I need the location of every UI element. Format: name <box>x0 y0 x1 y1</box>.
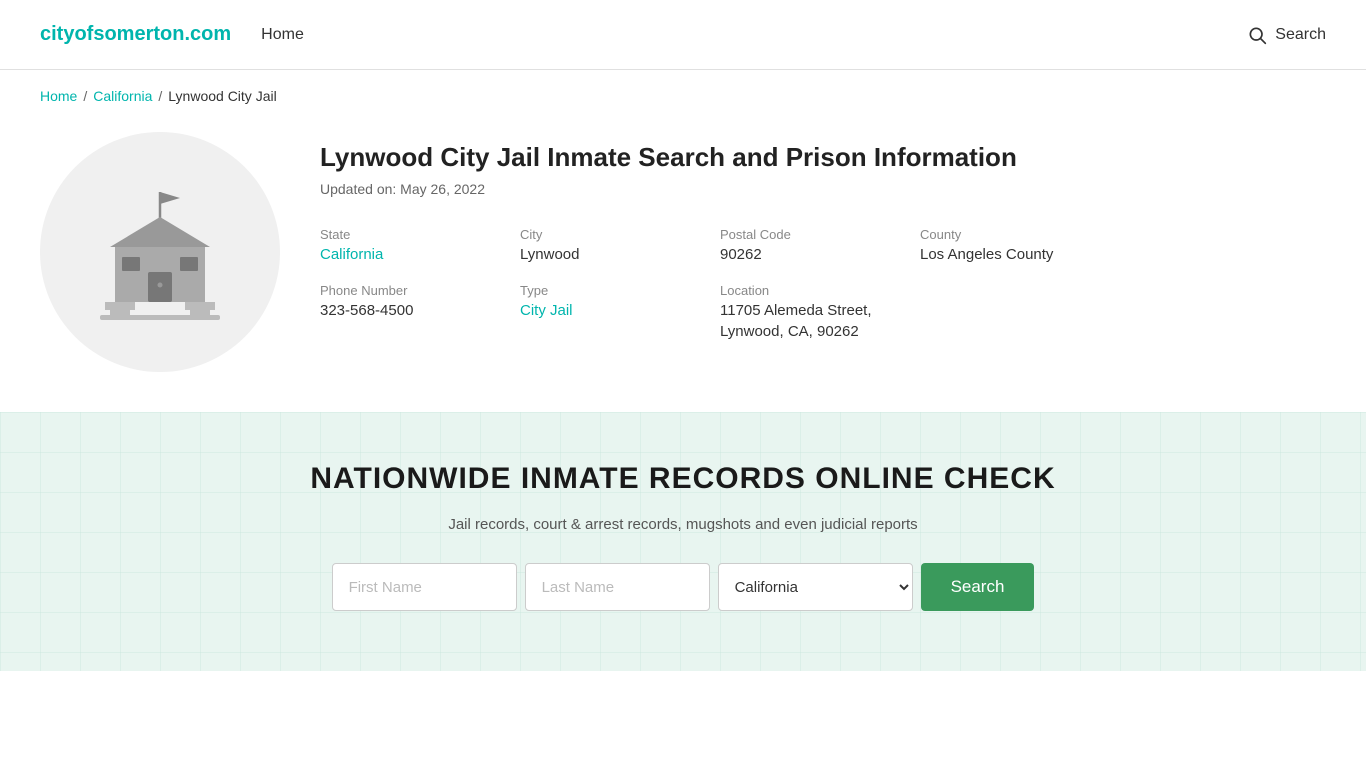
state-label: State <box>320 227 520 242</box>
breadcrumb-home[interactable]: Home <box>40 88 77 104</box>
breadcrumb-state[interactable]: California <box>93 88 152 104</box>
state-value[interactable]: California <box>320 246 520 263</box>
type-label: Type <box>520 283 720 298</box>
info-section: Lynwood City Jail Inmate Search and Pris… <box>320 132 1326 340</box>
header-search-button[interactable]: Search <box>1247 25 1326 45</box>
postal-value: 90262 <box>720 246 920 263</box>
jail-building-icon <box>80 172 240 332</box>
phone-value: 323-568-4500 <box>320 302 520 319</box>
site-header: cityofsomerton.com Home Search <box>0 0 1366 70</box>
site-logo[interactable]: cityofsomerton.com <box>40 23 231 46</box>
main-content: Lynwood City Jail Inmate Search and Pris… <box>0 122 1366 412</box>
location-line1: 11705 Alemeda Street, <box>720 302 1326 319</box>
nav-home-link[interactable]: Home <box>261 26 304 44</box>
state-select[interactable]: California Alabama Alaska Arizona Arkans… <box>718 563 913 611</box>
county-value: Los Angeles County <box>920 246 1326 263</box>
jail-updated: Updated on: May 26, 2022 <box>320 181 1326 197</box>
search-section: NATIONWIDE INMATE RECORDS ONLINE CHECK J… <box>0 412 1366 671</box>
search-section-subtitle: Jail records, court & arrest records, mu… <box>448 516 917 533</box>
phone-label: Phone Number <box>320 283 520 298</box>
header-search-label: Search <box>1275 26 1326 44</box>
search-form: California Alabama Alaska Arizona Arkans… <box>332 563 1035 611</box>
info-county: County Los Angeles County <box>920 227 1326 263</box>
city-label: City <box>520 227 720 242</box>
info-postal: Postal Code 90262 <box>720 227 920 263</box>
county-label: County <box>920 227 1326 242</box>
info-phone: Phone Number 323-568-4500 <box>320 283 520 340</box>
jail-info-grid: State California City Lynwood Postal Cod… <box>320 227 1326 340</box>
info-city: City Lynwood <box>520 227 720 263</box>
search-section-title: NATIONWIDE INMATE RECORDS ONLINE CHECK <box>310 462 1055 496</box>
breadcrumb-current: Lynwood City Jail <box>168 88 276 104</box>
last-name-input[interactable] <box>525 563 710 611</box>
search-button[interactable]: Search <box>921 563 1035 611</box>
breadcrumb-sep2: / <box>158 88 162 104</box>
city-value: Lynwood <box>520 246 720 263</box>
location-label: Location <box>720 283 1326 298</box>
info-location: Location 11705 Alemeda Street, Lynwood, … <box>720 283 1326 340</box>
first-name-input[interactable] <box>332 563 517 611</box>
breadcrumb: Home / California / Lynwood City Jail <box>0 70 1366 122</box>
info-type: Type City Jail <box>520 283 720 340</box>
breadcrumb-sep1: / <box>83 88 87 104</box>
jail-title: Lynwood City Jail Inmate Search and Pris… <box>320 142 1326 173</box>
type-value[interactable]: City Jail <box>520 302 720 319</box>
location-line2: Lynwood, CA, 90262 <box>720 323 1326 340</box>
info-state: State California <box>320 227 520 263</box>
jail-icon-container <box>40 132 280 372</box>
postal-label: Postal Code <box>720 227 920 242</box>
search-icon <box>1247 25 1267 45</box>
